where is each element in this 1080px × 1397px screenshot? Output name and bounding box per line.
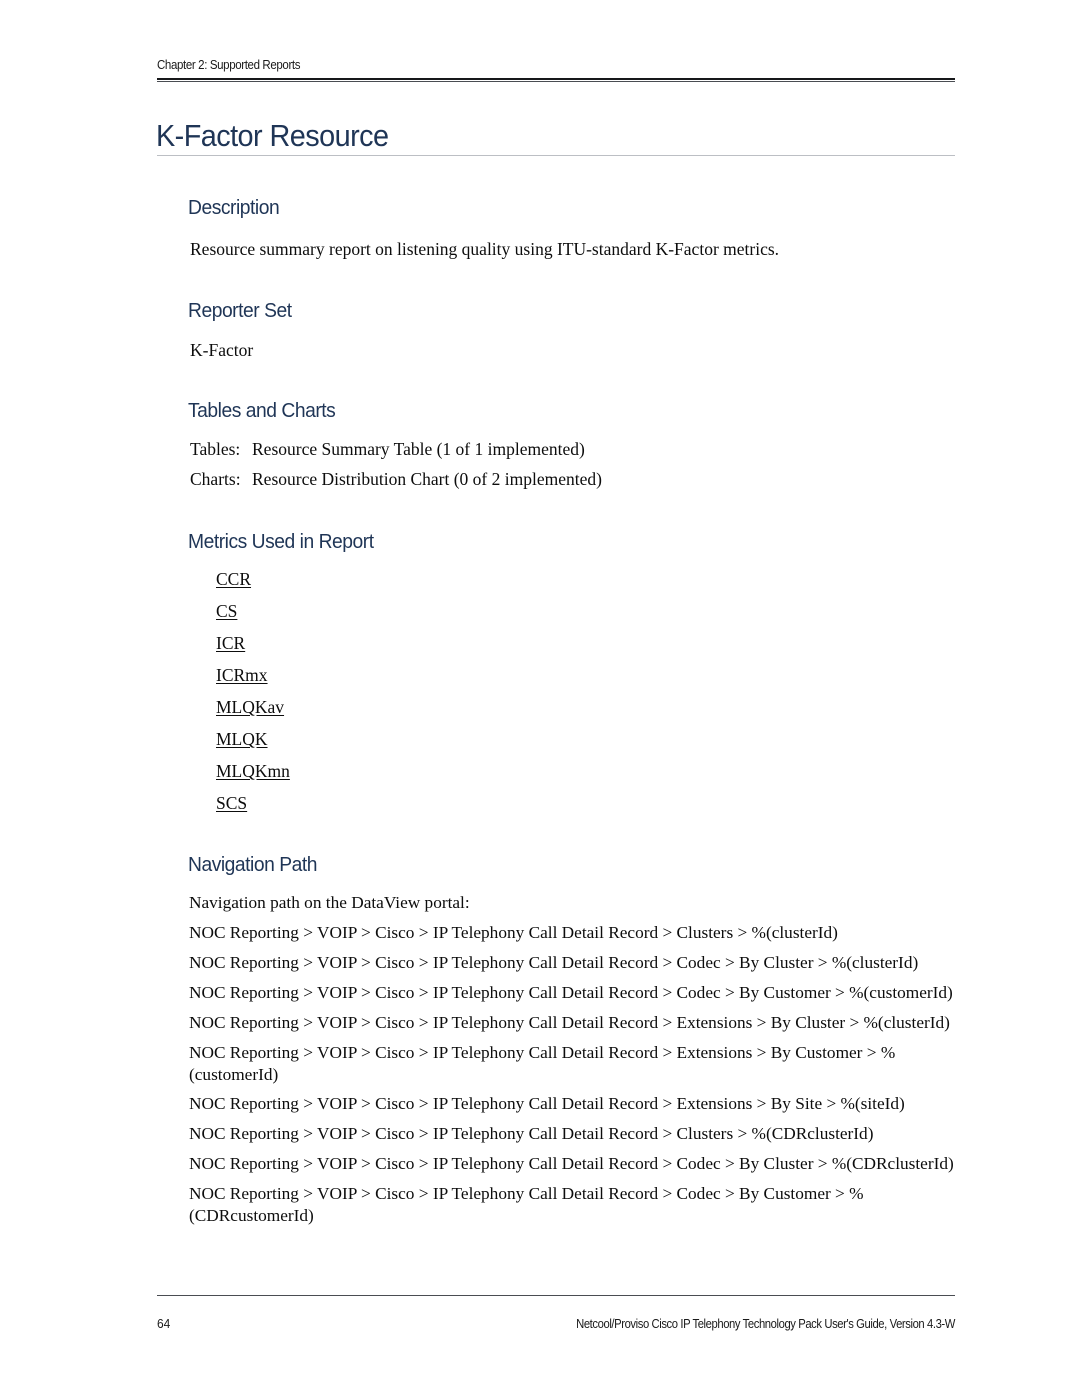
metric-link-cs[interactable]: CS bbox=[216, 601, 237, 621]
metric-item[interactable]: MLQK bbox=[216, 729, 268, 750]
navigation-path-line: NOC Reporting > VOIP > Cisco > IP Teleph… bbox=[189, 1154, 954, 1173]
metric-item[interactable]: MLQKmn bbox=[216, 761, 290, 782]
navigation-path-line: NOC Reporting > VOIP > Cisco > IP Teleph… bbox=[189, 983, 953, 1002]
metric-item[interactable]: CS bbox=[216, 601, 237, 622]
charts-label: Charts: bbox=[190, 469, 241, 489]
metric-item[interactable]: SCS bbox=[216, 793, 247, 814]
section-heading-metrics-used: Metrics Used in Report bbox=[188, 530, 374, 553]
navigation-path-line: NOC Reporting > VOIP > Cisco > IP Teleph… bbox=[189, 1094, 905, 1113]
section-heading-navigation-path: Navigation Path bbox=[188, 853, 318, 876]
tables-label: Tables: bbox=[190, 439, 241, 459]
footer-rule bbox=[157, 1295, 955, 1296]
navigation-path-line: NOC Reporting > VOIP > Cisco > IP Teleph… bbox=[189, 1184, 864, 1225]
footer-note: Netcool/Proviso Cisco IP Telephony Techn… bbox=[576, 1317, 955, 1331]
section-heading-reporter-set: Reporter Set bbox=[188, 299, 292, 322]
reporter-set-text: K-Factor bbox=[190, 340, 254, 360]
running-header: Chapter 2: Supported Reports bbox=[157, 58, 301, 72]
metric-link-ccr[interactable]: CCR bbox=[216, 569, 251, 589]
section-heading-description: Description bbox=[188, 196, 280, 219]
metric-link-icrmx[interactable]: ICRmx bbox=[216, 665, 268, 685]
metric-link-icr[interactable]: ICR bbox=[216, 633, 245, 653]
tables-row: Tables: Resource Summary Table (1 of 1 im… bbox=[190, 439, 585, 460]
metric-link-mlqkav[interactable]: MLQKav bbox=[216, 697, 284, 717]
document-page: Chapter 2: Supported Reports K-Factor Re… bbox=[0, 0, 1080, 1397]
metric-link-mlqkmn[interactable]: MLQKmn bbox=[216, 761, 290, 781]
description-text: Resource summary report on listening qua… bbox=[190, 239, 780, 259]
navigation-path-line: NOC Reporting > VOIP > Cisco > IP Teleph… bbox=[189, 1013, 950, 1032]
navigation-path-line: NOC Reporting > VOIP > Cisco > IP Teleph… bbox=[189, 1124, 874, 1143]
charts-value: Resource Distribution Chart (0 of 2 impl… bbox=[252, 469, 602, 489]
metric-link-scs[interactable]: SCS bbox=[216, 793, 247, 813]
header-rule bbox=[157, 78, 955, 82]
metric-link-mlqk[interactable]: MLQK bbox=[216, 729, 268, 749]
footer-page-number: 64 bbox=[157, 1316, 171, 1331]
charts-row: Charts: Resource Distribution Chart (0 of… bbox=[190, 469, 602, 490]
page-title: K-Factor Resource bbox=[156, 118, 389, 153]
navigation-path-line: NOC Reporting > VOIP > Cisco > IP Teleph… bbox=[189, 953, 919, 972]
metric-item[interactable]: CCR bbox=[216, 569, 251, 590]
metric-item[interactable]: ICRmx bbox=[216, 665, 268, 686]
metric-item[interactable]: ICR bbox=[216, 633, 245, 654]
metric-item[interactable]: MLQKav bbox=[216, 697, 284, 718]
section-heading-tables-and-charts: Tables and Charts bbox=[188, 399, 336, 422]
title-rule bbox=[157, 155, 955, 156]
navigation-path-line: NOC Reporting > VOIP > Cisco > IP Teleph… bbox=[189, 1043, 896, 1084]
navigation-path-line: NOC Reporting > VOIP > Cisco > IP Teleph… bbox=[189, 923, 838, 942]
tables-value: Resource Summary Table (1 of 1 implement… bbox=[252, 439, 585, 459]
navigation-intro: Navigation path on the DataView portal: bbox=[189, 893, 470, 912]
